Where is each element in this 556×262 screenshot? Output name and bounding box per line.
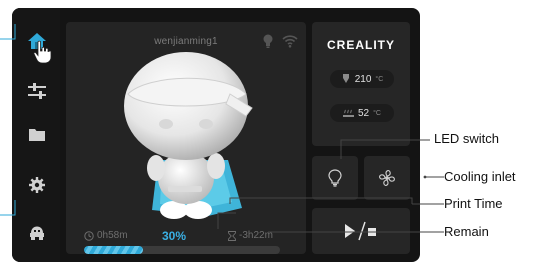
model-figure [124,52,253,219]
cooling-fan-button[interactable] [364,156,410,200]
status-panel: CREALITY 210 °C 52 °C [312,22,410,254]
folder-icon [29,129,45,141]
nozzle-temp-unit: °C [375,75,384,83]
nozzle-temp-value: 210 [354,73,372,85]
hand-cursor-icon [33,40,52,64]
printer-screen: wenjianming1 0h58m 30% -3h22m CREALITY 2… [12,8,420,262]
temperature-panel: CREALITY 210 °C 52 °C [312,22,410,146]
sliders-icon [28,83,46,99]
brand-logo: CREALITY [327,38,395,52]
remaining-time: -3h22m [239,230,273,241]
sidebar-item-robot[interactable] [24,220,50,246]
wifi-icon [282,35,298,48]
bed-temperature[interactable]: 52 °C [330,104,394,122]
play-stop-icon [345,221,376,241]
play-stop-button[interactable] [312,208,410,254]
lightbulb-icon [328,169,342,187]
led-switch-button[interactable] [312,156,358,200]
annotation-print-time: Print Time [444,196,503,211]
progress-percent: 30% [162,229,187,243]
annotation-cooling-inlet: Cooling inlet [444,169,516,184]
stage: wenjianming1 0h58m 30% -3h22m CREALITY 2… [0,0,556,262]
nozzle-temperature[interactable]: 210 °C [330,70,394,88]
progress-bar [84,246,280,254]
sidebar-item-adjust[interactable] [24,78,50,104]
sidebar-item-files[interactable] [24,122,50,148]
clock-icon [84,231,94,241]
hourglass-icon [228,231,236,241]
elapsed-time: 0h58m [97,230,128,241]
annotation-led-switch: LED switch [434,131,500,146]
print-preview-panel: wenjianming1 0h58m 30% -3h22m [66,22,306,254]
annotation-remain: Remain [444,224,489,239]
bed-icon [343,109,354,117]
progress-bar-fill [84,246,143,254]
lightbulb-status-icon [263,34,273,48]
bed-temp-unit: °C [373,109,381,117]
model-preview [118,50,254,226]
bed-temp-value: 52 [358,107,370,119]
fan-icon [379,170,395,186]
sidebar [12,8,60,262]
nozzle-icon [342,74,349,83]
gear-icon [29,177,45,193]
robot-icon [30,226,44,240]
sidebar-item-settings[interactable] [24,172,50,198]
print-time-row: 0h58m 30% -3h22m [84,229,296,244]
